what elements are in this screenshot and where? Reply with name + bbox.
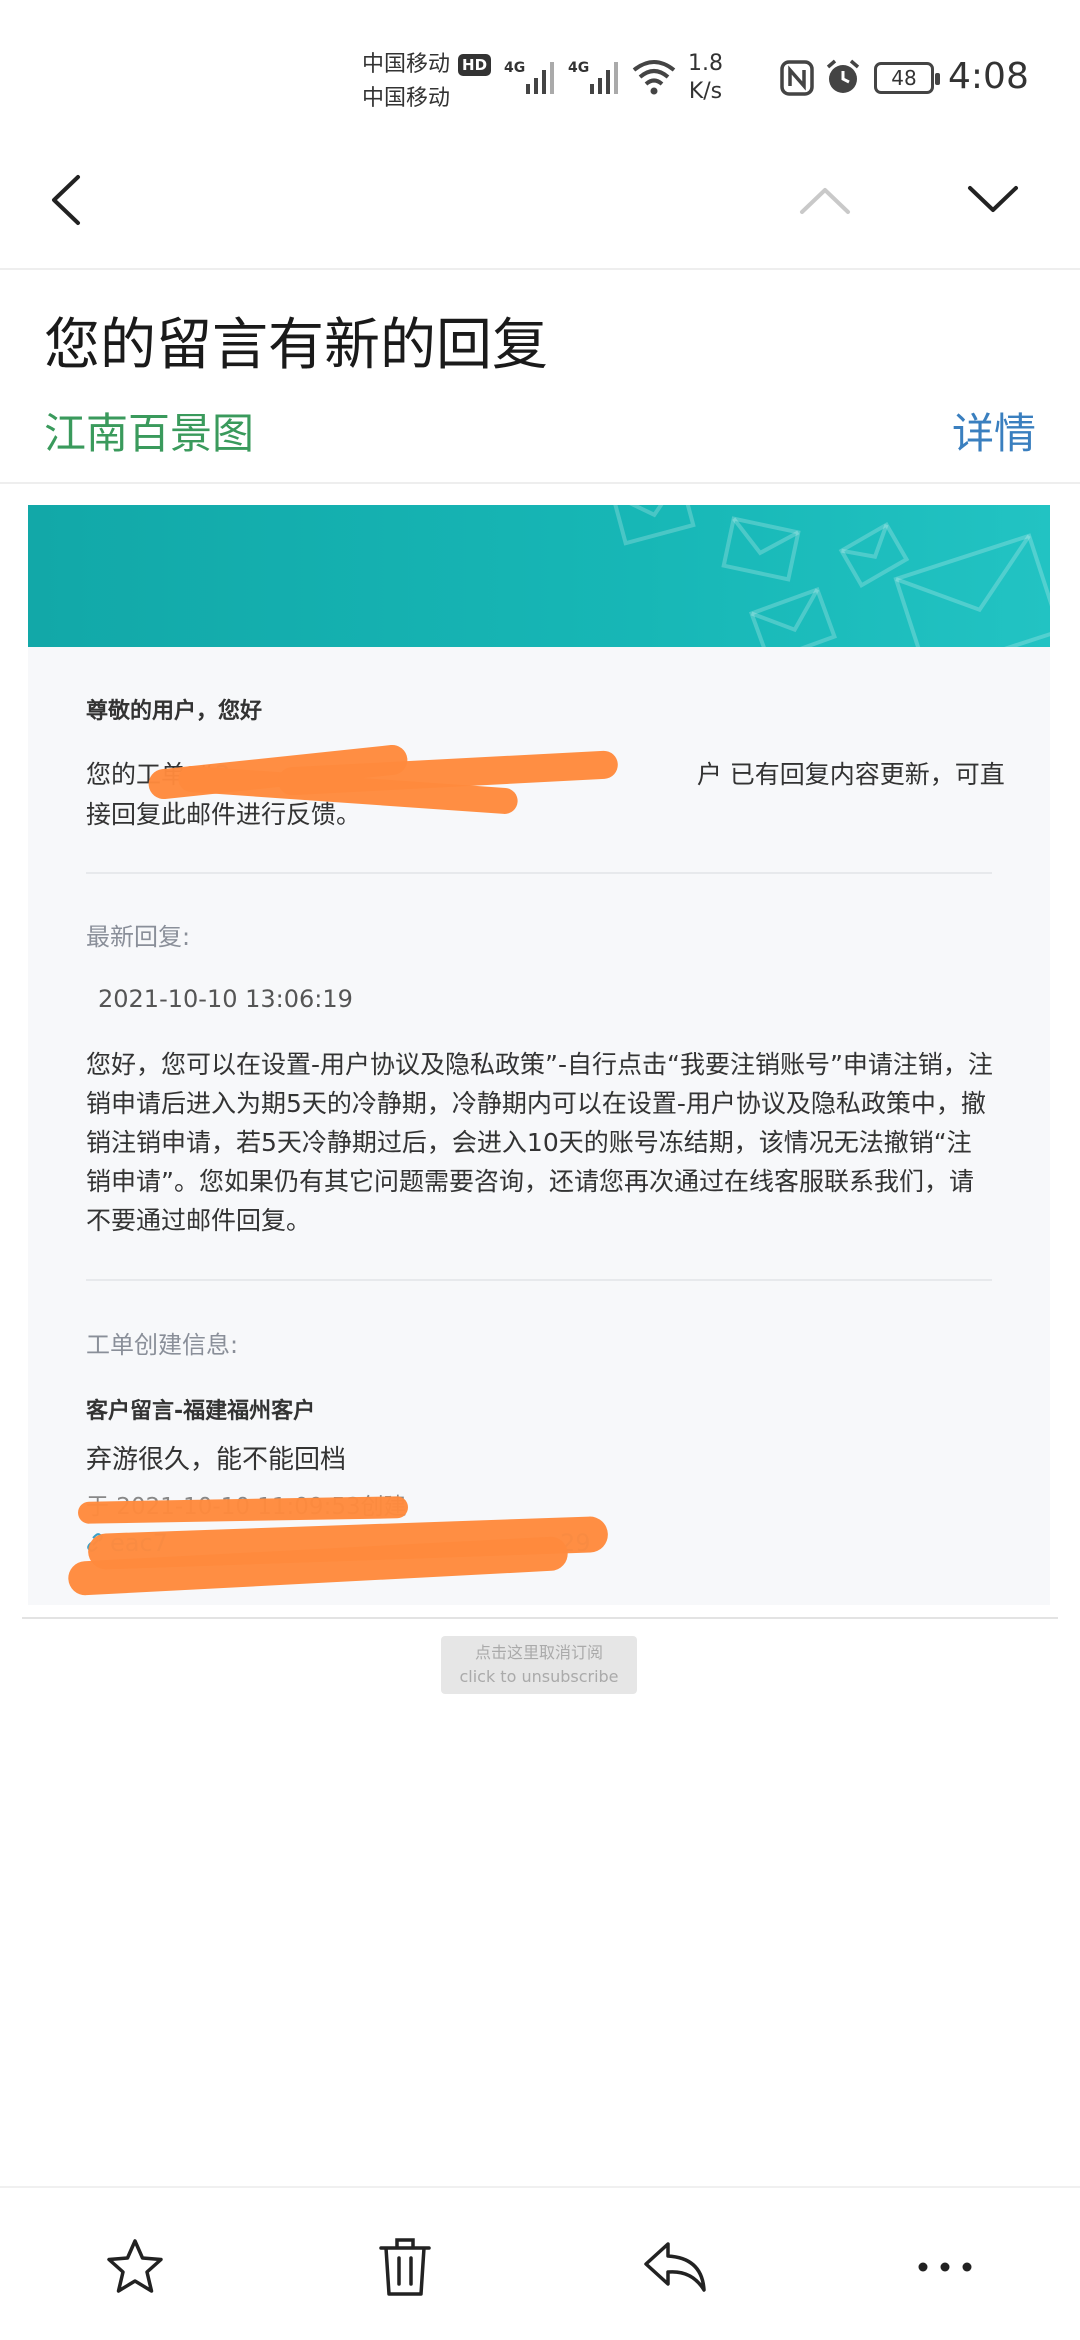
hd-badge: HD xyxy=(458,54,492,76)
more-button[interactable] xyxy=(910,2232,980,2302)
chevron-up-icon xyxy=(800,188,850,214)
reply-body: 您好，您可以在设置-用户协议及隐私政策”-自行点击“我要注销账号”申请注销，注销… xyxy=(86,1050,993,1235)
nfc-icon xyxy=(780,60,814,100)
toolbar-divider xyxy=(0,2186,1080,2188)
reply-button[interactable] xyxy=(640,2232,710,2302)
email-body: 尊敬的用户，您好 您的工单 #2户 已有回复内容更新，可直接回复此邮件进行反馈。… xyxy=(28,505,1050,1605)
chevron-left-icon xyxy=(52,175,80,225)
battery-indicator: 48 xyxy=(874,62,940,94)
section-divider xyxy=(86,1279,992,1281)
clock: 4:08 xyxy=(948,56,1029,97)
network-type-1: 4G xyxy=(504,60,526,76)
latest-reply-label: 最新回复: xyxy=(86,923,191,951)
more-icon xyxy=(918,2262,972,2272)
previous-mail-button[interactable] xyxy=(790,170,860,230)
speed-value: 1.8 xyxy=(688,51,723,76)
carrier-2: 中国移动 xyxy=(362,86,451,111)
unsubscribe-en: click to unsubscribe xyxy=(459,1667,619,1686)
header-divider xyxy=(0,268,1080,270)
creator-title: 客户留言-福建福州客户 xyxy=(86,1399,316,1424)
details-link[interactable]: 详情 xyxy=(952,400,1036,461)
creation-info-label: 工单创建信息: xyxy=(86,1331,239,1359)
envelope-pattern-icon xyxy=(610,505,1050,647)
reply-date: 2021-10-10 13:06:19 xyxy=(98,985,353,1013)
section-divider xyxy=(86,872,992,874)
network-speed: 1.8 K/s xyxy=(688,50,723,106)
battery-level: 48 xyxy=(891,66,917,90)
greeting: 尊敬的用户，您好 xyxy=(86,699,263,724)
alarm-icon xyxy=(824,58,862,100)
reply-icon xyxy=(644,2242,706,2292)
next-mail-button[interactable] xyxy=(958,170,1028,230)
speed-unit: K/s xyxy=(688,79,723,104)
unsubscribe-cn: 点击这里取消订阅 xyxy=(474,1643,603,1662)
wifi-icon xyxy=(632,58,676,100)
sender-divider xyxy=(0,482,1080,484)
carrier-1: 中国移动 xyxy=(362,52,451,77)
star-icon xyxy=(107,2239,163,2293)
signal-icon-1: 4G xyxy=(504,60,554,94)
email-end-divider xyxy=(22,1617,1058,1619)
back-button[interactable] xyxy=(40,165,100,235)
mail-subject: 您的留言有新的回复 xyxy=(44,313,548,378)
status-bar: 中国移动 HD 中国移动 4G 4G 1.8 K/s 48 4:08 xyxy=(0,0,1080,150)
signal-icon-2: 4G xyxy=(568,60,618,94)
star-button[interactable] xyxy=(100,2232,170,2302)
chevron-down-icon xyxy=(968,186,1018,212)
carrier-info: 中国移动 HD 中国移动 xyxy=(362,48,492,116)
mail-sender[interactable]: 江南百景图 xyxy=(44,400,254,461)
trash-icon xyxy=(379,2238,431,2296)
delete-button[interactable] xyxy=(370,2232,440,2302)
unsubscribe-button[interactable]: 点击这里取消订阅 click to unsubscribe xyxy=(441,1636,637,1694)
creator-message: 弃游很久，能不能回档 xyxy=(86,1445,347,1475)
email-banner xyxy=(28,505,1050,647)
network-type-2: 4G xyxy=(568,60,590,76)
